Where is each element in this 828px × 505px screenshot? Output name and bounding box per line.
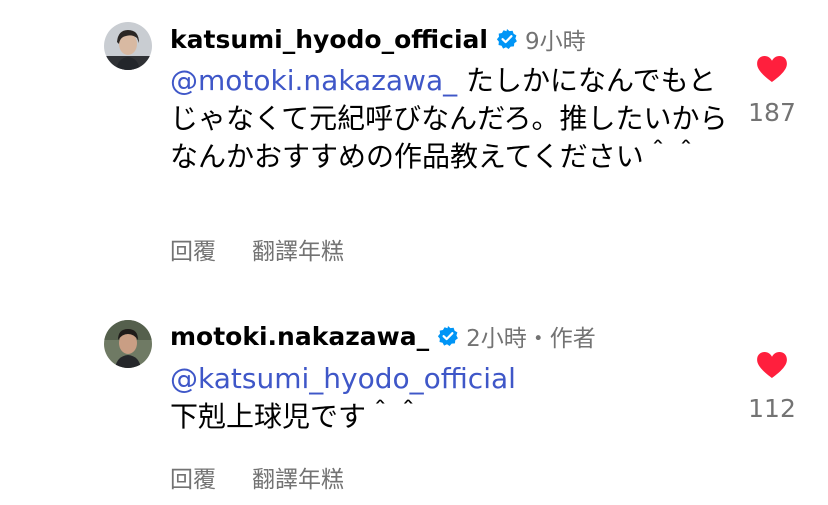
username[interactable]: katsumi_hyodo_official <box>170 25 488 54</box>
reply-button[interactable]: 回覆 <box>170 232 216 266</box>
mention-link[interactable]: @katsumi_hyodo_official <box>170 360 730 398</box>
avatar[interactable] <box>104 320 152 368</box>
timestamp: 9小時 <box>524 29 586 55</box>
reply-button[interactable]: 回覆 <box>170 460 216 494</box>
comment-text: @katsumi_hyodo_official 下剋上球児です＾＾ <box>170 360 730 436</box>
timestamp: 2小時・作者 <box>466 326 596 352</box>
comment-body: 下剋上球児です＾＾ <box>170 400 423 433</box>
avatar[interactable] <box>104 22 152 70</box>
like-count: 187 <box>748 98 796 127</box>
like-column: 187 <box>740 55 804 127</box>
avatar-photo-icon <box>104 320 152 368</box>
like-count: 112 <box>748 394 796 423</box>
verified-badge-icon <box>496 28 518 50</box>
heart-icon[interactable] <box>756 55 788 83</box>
comment-actions: 回覆 翻譯年糕 <box>170 460 344 494</box>
avatar-photo-icon <box>104 22 152 70</box>
comment-header: katsumi_hyodo_official 9小時 <box>170 24 586 56</box>
heart-icon[interactable] <box>756 351 788 379</box>
comment-text: @motoki.nakazawa_ たしかになんでもとじゃなくて元紀呼びなんだろ… <box>170 62 730 176</box>
comment-header: motoki.nakazawa_ 2小時・作者 <box>170 321 596 353</box>
mention-link[interactable]: @motoki.nakazawa_ <box>170 64 457 97</box>
translate-button[interactable]: 翻譯年糕 <box>252 232 344 266</box>
username[interactable]: motoki.nakazawa_ <box>170 322 429 351</box>
translate-button[interactable]: 翻譯年糕 <box>252 460 344 494</box>
verified-badge-icon <box>437 325 459 347</box>
like-column: 112 <box>740 351 804 423</box>
comment-actions: 回覆 翻譯年糕 <box>170 232 344 266</box>
